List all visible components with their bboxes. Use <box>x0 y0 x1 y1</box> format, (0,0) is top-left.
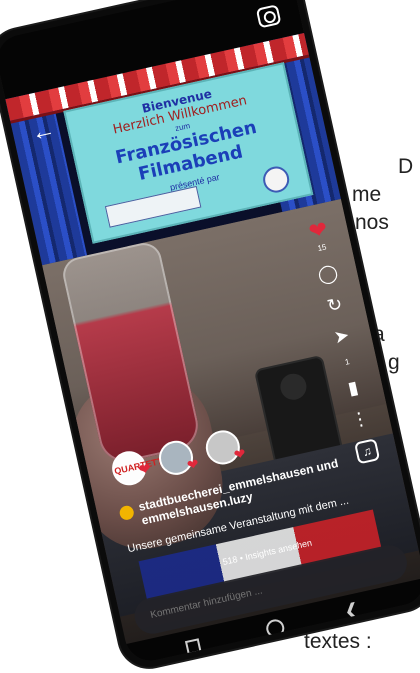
background-text-2: me <box>352 183 382 206</box>
send-icon[interactable]: ➤ <box>327 324 357 349</box>
more-icon[interactable]: ⋮ <box>345 407 375 432</box>
avatar-user-2[interactable]: ❤ <box>155 437 201 479</box>
send-count: 1 <box>344 357 351 367</box>
back-arrow-icon[interactable]: ← <box>29 116 58 148</box>
system-back-icon[interactable]: ❮ <box>342 599 361 623</box>
avatar-user-3[interactable]: ❤ <box>202 427 248 468</box>
reel-screen: Bienvenue Herzlich Willkommen zum Franzö… <box>0 0 420 666</box>
recent-apps-icon[interactable] <box>184 638 202 655</box>
background-text-1: D <box>398 155 414 178</box>
bookmark-icon[interactable]: ▮ <box>338 375 368 400</box>
comment-icon[interactable]: ◯ <box>313 261 343 286</box>
author-avatar <box>118 504 136 522</box>
phone-frame: Bienvenue Herzlich Willkommen zum Franzö… <box>0 0 420 673</box>
home-icon[interactable] <box>264 617 287 640</box>
background-text-textes: textes : <box>304 630 372 653</box>
avatar-heart-icon: ❤ <box>232 444 248 464</box>
heart-icon[interactable]: ❤ <box>303 216 333 244</box>
background-text-3: nos <box>355 211 389 234</box>
avatar-quartett[interactable]: QUARTETT ❤ <box>108 447 163 489</box>
repost-icon[interactable]: ↻ <box>320 292 350 317</box>
background-text-5: g <box>388 351 400 374</box>
avatar-heart-icon: ❤ <box>185 455 201 474</box>
partner-logo <box>260 164 292 196</box>
